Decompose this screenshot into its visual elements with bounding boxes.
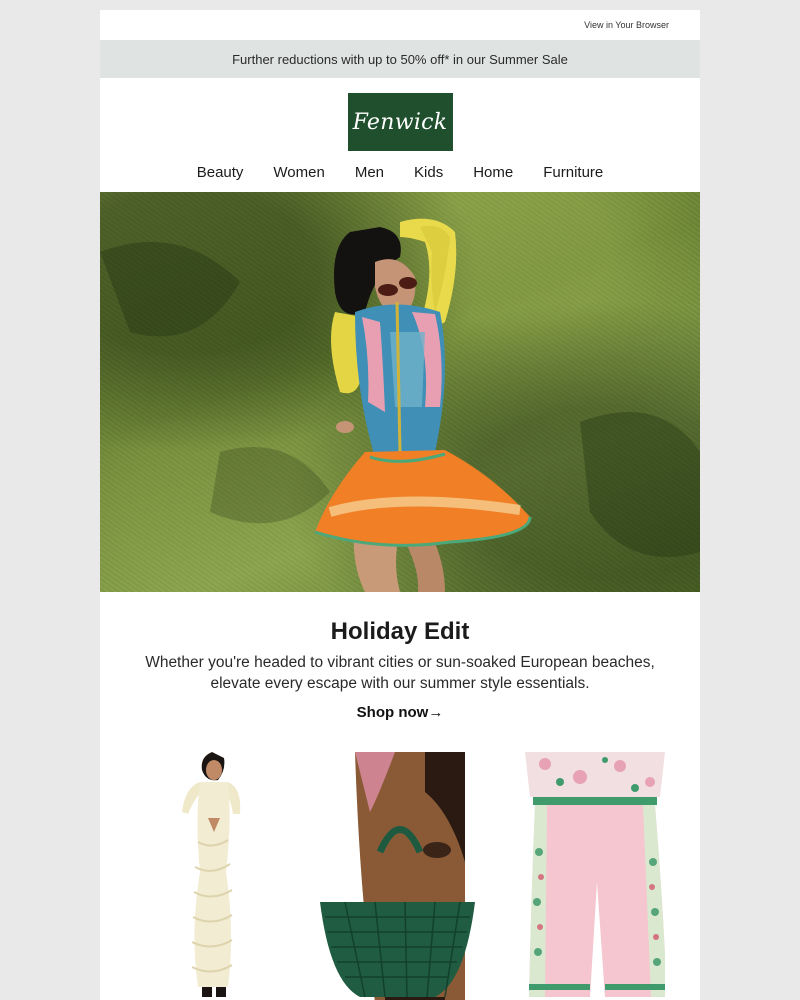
promo-text: Further reductions with up to 50% off* i…: [232, 51, 568, 67]
nav-item-furniture[interactable]: Furniture: [543, 164, 603, 181]
topbar: View in Your Browser: [100, 10, 700, 40]
nav-item-beauty[interactable]: Beauty: [197, 164, 244, 181]
email-body: View in Your Browser Further reductions …: [100, 10, 700, 1000]
section-title: Holiday Edit: [330, 618, 470, 645]
nav-item-home[interactable]: Home: [473, 164, 513, 181]
hero-image[interactable]: [100, 192, 700, 592]
product-row: [100, 752, 700, 1000]
section-description: Whether you're headed to vibrant cities …: [145, 654, 655, 692]
fenwick-logo[interactable]: Fenwick: [347, 93, 453, 151]
nav-item-women[interactable]: Women: [273, 164, 324, 181]
logo-wordmark: Fenwick: [352, 109, 448, 135]
holiday-edit-section: Holiday Edit Whether you're headed to vi…: [100, 592, 700, 722]
promo-banner[interactable]: Further reductions with up to 50% off* i…: [100, 40, 700, 78]
logo-container: Fenwick: [100, 78, 700, 156]
nav-item-kids[interactable]: Kids: [414, 164, 443, 181]
category-nav: Beauty Women Men Kids Home Furniture: [100, 156, 700, 192]
product-image-dress[interactable]: [140, 752, 280, 1000]
view-in-browser-link[interactable]: View in Your Browser: [584, 20, 669, 30]
nav-item-men[interactable]: Men: [355, 164, 384, 181]
hero-model-illustration: [100, 218, 700, 592]
shop-now-link[interactable]: Shop now→: [357, 704, 444, 721]
product-image-tote[interactable]: [315, 752, 485, 1000]
product-image-trousers[interactable]: [525, 752, 665, 1000]
